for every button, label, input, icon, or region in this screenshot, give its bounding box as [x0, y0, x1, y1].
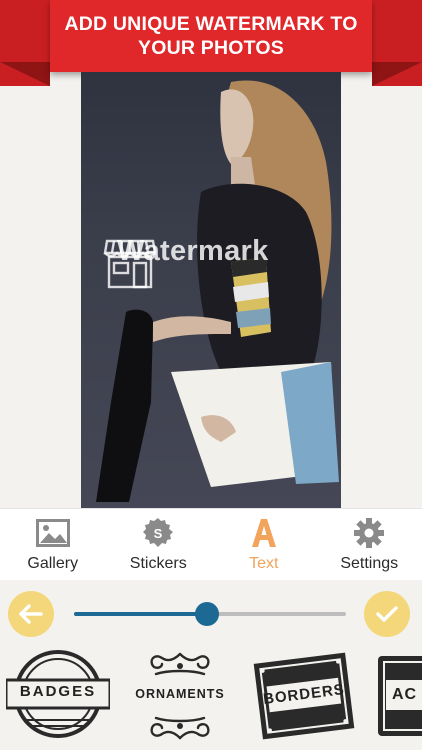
bottom-toolbar: Gallery S Stickers Text Settings	[0, 508, 422, 580]
watermark-overlay[interactable]: Watermark	[103, 235, 269, 289]
image-icon	[35, 517, 70, 549]
tab-text-label: Text	[249, 554, 279, 572]
banner-title: ADD UNIQUE WATERMARK TO YOUR PHOTOS	[64, 13, 358, 59]
category-partial-label: AC	[392, 686, 418, 703]
banner-fold-right	[372, 62, 422, 86]
category-borders[interactable]: BORDERS	[252, 650, 356, 750]
category-badges[interactable]: BADGES	[4, 650, 112, 750]
model-photo	[96, 80, 339, 502]
back-button[interactable]	[8, 591, 54, 637]
confirm-button[interactable]	[364, 591, 410, 637]
tab-settings-label: Settings	[340, 554, 399, 572]
svg-text:S: S	[154, 526, 163, 541]
gear-icon	[354, 517, 385, 549]
badge-emblem-icon	[4, 650, 112, 738]
slider-thumb[interactable]	[195, 602, 220, 626]
category-ornaments[interactable]: ORNAMENTS	[128, 650, 232, 750]
category-strip: BADGES ORNAMENTS BORDERS AC	[0, 650, 422, 750]
letter-a-icon	[251, 517, 277, 549]
tab-text[interactable]: Text	[211, 509, 317, 580]
category-ornaments-label: ORNAMENTS	[135, 687, 225, 701]
checkmark-icon	[376, 606, 398, 622]
banner-ribbon-center: ADD UNIQUE WATERMARK TO YOUR PHOTOS	[50, 0, 372, 72]
tab-stickers[interactable]: S Stickers	[106, 509, 212, 580]
sticker-badge-icon: S	[142, 517, 174, 549]
tab-gallery[interactable]: Gallery	[0, 509, 106, 580]
tab-stickers-label: Stickers	[129, 554, 187, 572]
category-partial[interactable]: AC	[374, 650, 422, 750]
slider-fill	[74, 612, 208, 616]
tab-settings[interactable]: Settings	[317, 509, 422, 580]
tab-gallery-label: Gallery	[27, 554, 79, 572]
arrow-left-icon	[19, 604, 43, 624]
photo-canvas[interactable]: Watermark	[81, 72, 341, 508]
slider-track[interactable]	[74, 602, 346, 626]
banner-fold-left	[0, 62, 50, 86]
category-badges-label: BADGES	[19, 683, 97, 700]
opacity-slider-row	[0, 580, 422, 650]
storefront-icon	[103, 239, 157, 289]
